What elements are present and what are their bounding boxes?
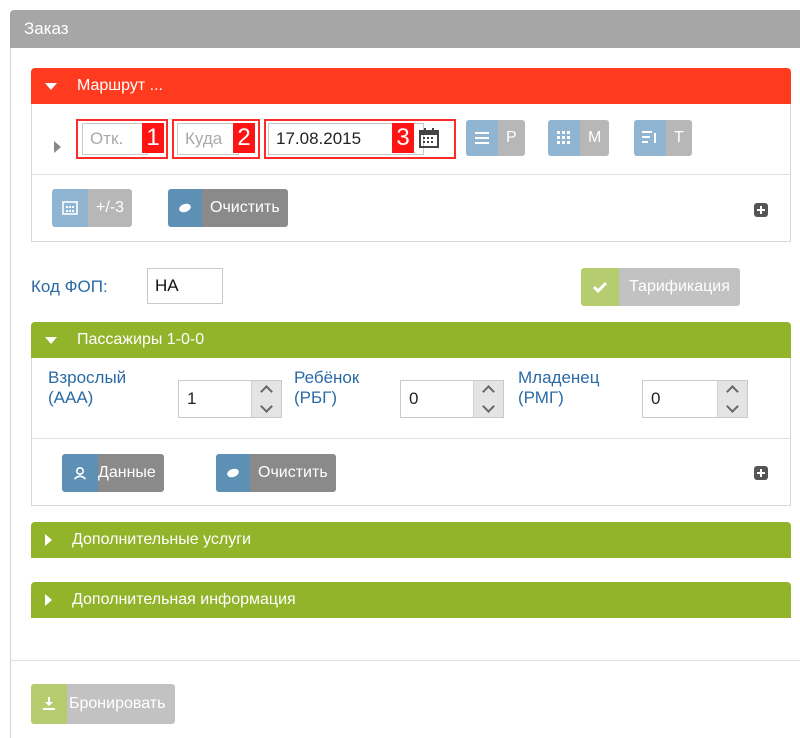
extra-info-header[interactable]: Дополнительная информация <box>31 582 791 618</box>
adult-label-line2: (ААА) <box>48 388 94 407</box>
date-value: 17.08.2015 <box>276 129 362 148</box>
route-type-m-button[interactable]: М <box>548 120 610 156</box>
date-range-label: +/-3 <box>88 189 133 227</box>
user-icon <box>62 454 98 492</box>
from-placeholder: Отк. <box>90 129 124 148</box>
add-passenger-icon[interactable] <box>754 466 768 480</box>
check-icon <box>581 268 619 306</box>
footer-divider <box>11 660 800 661</box>
route-section-header[interactable]: Маршрут ... <box>31 68 791 104</box>
child-stepper-arrows[interactable] <box>473 381 503 417</box>
passengers-clear-button[interactable]: Очистить <box>216 454 336 492</box>
expand-triangle-icon <box>45 534 52 546</box>
passengers-clear-label: Очистить <box>250 454 336 492</box>
passengers-title: Пассажиры 1-0-0 <box>77 331 205 348</box>
chevron-up-icon <box>726 385 739 398</box>
extra-info-title: Дополнительная информация <box>72 591 296 608</box>
child-label-line1: Ребёнок <box>294 368 360 387</box>
expand-triangle-icon <box>45 594 52 606</box>
eraser-icon <box>168 189 202 227</box>
infant-label-line2: (РМГ) <box>518 388 564 407</box>
route-type-t-button[interactable]: Т <box>634 120 692 156</box>
route-type-m-label: М <box>580 120 610 156</box>
badge-3: 3 <box>392 123 414 153</box>
route-type-p-button[interactable]: Р <box>466 120 525 156</box>
collapse-triangle-icon <box>45 82 57 90</box>
chevron-down-icon <box>260 400 273 413</box>
panel-title: Заказ <box>10 10 800 48</box>
child-label: Ребёнок (РБГ) <box>294 368 359 408</box>
adult-stepper[interactable]: 1 <box>178 380 282 418</box>
adult-value: 1 <box>187 389 197 408</box>
passenger-data-button[interactable]: Данные <box>62 454 164 492</box>
infant-label-line1: Младенец <box>518 368 600 387</box>
child-stepper[interactable]: 0 <box>400 380 504 418</box>
badge-1: 1 <box>142 123 164 153</box>
book-label: Бронировать <box>67 684 176 724</box>
download-icon <box>31 684 67 724</box>
infant-label: Младенец (РМГ) <box>518 368 600 408</box>
passengers-divider <box>32 438 790 439</box>
from-input[interactable]: Отк. <box>82 123 148 155</box>
date-range-button[interactable]: +/-3 <box>52 189 133 227</box>
route-clear-button[interactable]: Очистить <box>168 189 288 227</box>
to-input[interactable]: Куда <box>177 123 239 155</box>
sort-icon <box>634 120 666 156</box>
adult-stepper-arrows[interactable] <box>251 381 281 417</box>
extra-services-title: Дополнительные услуги <box>72 531 252 548</box>
fop-label: Код ФОП: <box>31 277 108 296</box>
book-button[interactable]: Бронировать <box>31 684 176 724</box>
route-type-p-label: Р <box>498 120 525 156</box>
add-route-icon[interactable] <box>754 203 768 217</box>
extra-services-section: Дополнительные услуги <box>31 522 791 558</box>
tariff-label: Тарификация <box>619 268 740 306</box>
route-clear-label: Очистить <box>202 189 288 227</box>
list-icon <box>466 120 498 156</box>
chevron-up-icon <box>260 385 273 398</box>
calendar-small-icon <box>52 189 88 227</box>
route-type-t-label: Т <box>666 120 692 156</box>
eraser-icon <box>216 454 250 492</box>
chevron-up-icon <box>482 385 495 398</box>
infant-value: 0 <box>651 389 661 408</box>
adult-label-line1: Взрослый <box>48 368 127 387</box>
collapse-triangle-icon <box>45 336 57 344</box>
route-section: Маршрут ... Отк. 1 Куда 2 17.08.2015 3 Р… <box>31 68 791 242</box>
badge-2: 2 <box>233 123 255 153</box>
chevron-down-icon <box>726 400 739 413</box>
extra-services-header[interactable]: Дополнительные услуги <box>31 522 791 558</box>
infant-stepper[interactable]: 0 <box>642 380 748 418</box>
calendar-icon[interactable] <box>418 127 440 149</box>
passengers-section-header[interactable]: Пассажиры 1-0-0 <box>31 322 791 358</box>
fop-value: НА <box>155 276 179 295</box>
extra-info-section: Дополнительная информация <box>31 582 791 618</box>
child-value: 0 <box>409 389 419 408</box>
adult-label: Взрослый (ААА) <box>48 368 126 408</box>
chevron-down-icon <box>482 400 495 413</box>
grid-icon <box>548 120 580 156</box>
tariff-button[interactable]: Тарификация <box>581 268 740 306</box>
infant-stepper-arrows[interactable] <box>717 381 747 417</box>
order-panel: Маршрут ... Отк. 1 Куда 2 17.08.2015 3 Р… <box>10 48 800 738</box>
passengers-section: Пассажиры 1-0-0 Взрослый (ААА) 1 Ребёнок… <box>31 322 791 506</box>
fop-input[interactable]: НА <box>147 268 223 304</box>
expand-row-icon[interactable] <box>54 141 61 153</box>
route-divider <box>32 174 790 175</box>
to-placeholder: Куда <box>185 129 223 148</box>
route-title: Маршрут ... <box>77 77 163 94</box>
passenger-data-label: Данные <box>98 454 164 492</box>
route-body: Отк. 1 Куда 2 17.08.2015 3 Р М Т +/-3 Оч… <box>31 104 791 242</box>
child-label-line2: (РБГ) <box>294 388 338 407</box>
passengers-body: Взрослый (ААА) 1 Ребёнок (РБГ) 0 Младене… <box>31 358 791 506</box>
